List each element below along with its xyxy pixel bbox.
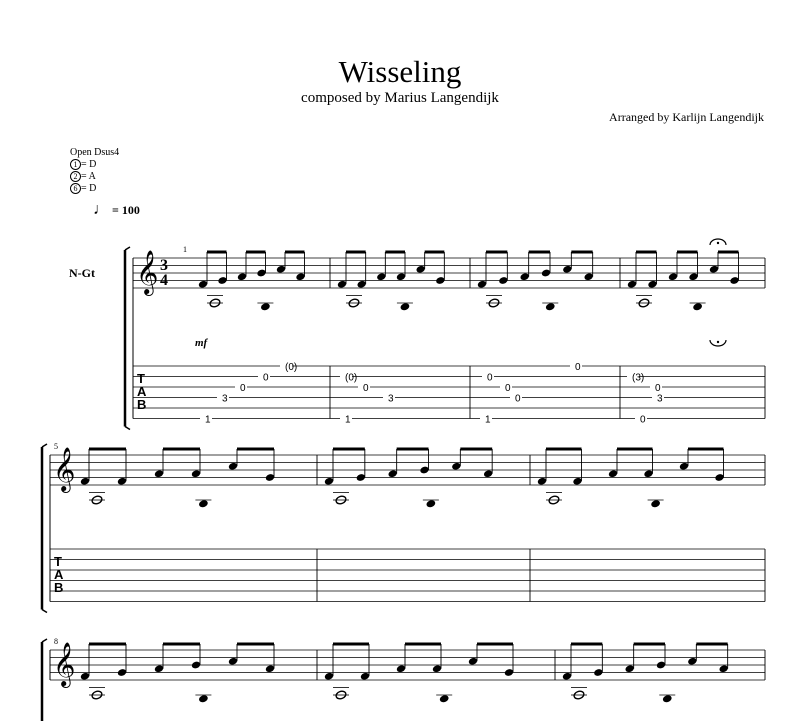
treble-clef-icon: 𝄞	[53, 643, 75, 688]
measure-number: 1	[183, 245, 187, 254]
bass-quarter-note	[199, 695, 208, 703]
tab-number: 0	[505, 383, 511, 394]
system-bracket-hook	[41, 608, 48, 614]
fermata-dot	[716, 241, 720, 245]
tab-clef-b: B	[137, 397, 146, 412]
bass-quarter-note	[439, 695, 449, 703]
tab-number: 0	[487, 373, 493, 384]
system-bracket-hook	[124, 246, 131, 251]
tab-number: 0	[655, 383, 661, 394]
tab-number: 3	[388, 394, 394, 405]
bass-quarter-note	[400, 303, 410, 311]
bass-quarter-note	[426, 500, 436, 508]
treble-clef-icon: 𝄞	[53, 448, 75, 493]
tab-number: (0)	[285, 362, 297, 373]
bass-quarter-note	[693, 303, 702, 311]
tab-number: 3	[657, 394, 663, 405]
bass-quarter-note	[199, 500, 208, 508]
tab-number: 0	[640, 415, 646, 426]
tab-clef-b: B	[54, 580, 63, 595]
tab-number: (0)	[345, 373, 357, 384]
tab-number: 3	[222, 394, 228, 405]
dynamics-marking: mf	[195, 337, 209, 349]
fermata-dot	[716, 340, 720, 344]
bass-quarter-note	[545, 303, 555, 311]
bass-quarter-note	[662, 695, 672, 703]
tab-number: 0	[240, 383, 246, 394]
tab-number: 1	[485, 415, 491, 426]
tab-number: (3)	[632, 373, 644, 384]
tab-number: 0	[575, 362, 581, 373]
tab-number: 1	[345, 415, 351, 426]
system-bracket-hook	[41, 443, 48, 448]
tab-number: 0	[515, 394, 521, 405]
treble-clef-icon: 𝄞	[136, 251, 158, 296]
bass-quarter-note	[261, 303, 270, 311]
tab-number: 0	[363, 383, 369, 394]
tab-number: 1	[205, 415, 211, 426]
score-canvas: TAB𝄞1TAB𝄞5𝄞834mf(0) 00 (0) 0 (3)0 0 0 03 3 0 31 1 1 0	[40, 238, 766, 721]
bass-quarter-note	[651, 500, 660, 508]
measure-number: 5	[54, 442, 58, 451]
time-signature-bottom: 4	[160, 272, 168, 289]
system-bracket-hook	[41, 638, 48, 643]
system-bracket-hook	[124, 425, 131, 431]
tab-number: 0	[263, 373, 269, 384]
measure-number: 8	[54, 637, 58, 646]
